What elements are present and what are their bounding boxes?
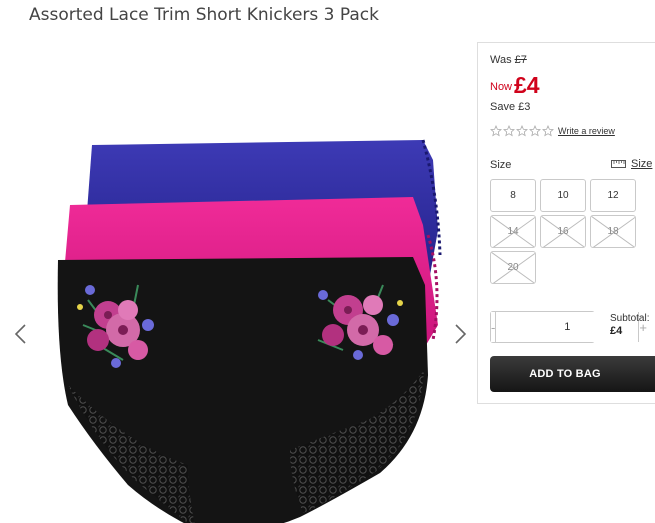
star-outline-icon: [529, 125, 541, 137]
now-label: Now: [490, 81, 513, 93]
save-value: £3: [518, 101, 531, 113]
product-title: Assorted Lace Trim Short Knickers 3 Pack: [29, 5, 379, 25]
chevron-left-icon: [12, 323, 30, 345]
subtotal-value: £4: [610, 325, 623, 337]
ruler-icon: [611, 160, 626, 168]
was-price: Was £7: [490, 54, 527, 66]
subtotal: Subtotal: £4: [610, 313, 649, 337]
size-option-20-unavailable: 20: [490, 251, 536, 284]
size-option-8[interactable]: 8: [490, 179, 536, 212]
product-gallery: [0, 40, 475, 523]
was-value: £7: [514, 54, 527, 66]
size-option-label: 18: [607, 226, 619, 237]
size-guide-link[interactable]: Size: [611, 158, 652, 170]
star-outline-icon: [503, 125, 515, 137]
size-guide-label: Size: [631, 158, 653, 170]
size-option-label: 16: [557, 226, 569, 237]
add-to-bag-button[interactable]: ADD TO BAG: [490, 356, 655, 392]
was-label: Was: [490, 54, 512, 66]
size-option-16-unavailable: 16: [540, 215, 586, 248]
write-review-link[interactable]: Write a review: [558, 126, 615, 136]
save-label: Save: [490, 101, 516, 113]
subtotal-label: Subtotal:: [610, 313, 650, 324]
quantity-stepper: - +: [490, 311, 647, 343]
add-to-bag-label: ADD TO BAG: [529, 368, 601, 380]
size-option-14-unavailable: 14: [490, 215, 536, 248]
now-value: £4: [514, 72, 540, 98]
star-outline-icon: [490, 125, 502, 137]
gallery-next-button[interactable]: [451, 323, 469, 345]
size-option-label: 10: [557, 190, 569, 201]
now-price: Now£4: [490, 72, 540, 99]
size-option-label: 12: [607, 190, 619, 201]
save-amount: Save £3: [490, 101, 530, 113]
star-rating: [490, 125, 554, 137]
star-outline-icon: [516, 125, 528, 137]
chevron-right-icon: [451, 323, 469, 345]
size-option-18-unavailable: 18: [590, 215, 636, 248]
product-image: [28, 135, 458, 523]
rating: Write a review: [490, 125, 615, 137]
purchase-panel: Was £7 Now£4 Save £3 Write a review Size S…: [477, 42, 655, 404]
size-label: Size: [490, 159, 512, 171]
size-option-10[interactable]: 10: [540, 179, 586, 212]
size-option-label: 14: [507, 226, 519, 237]
size-option-12[interactable]: 12: [590, 179, 636, 212]
size-option-label: 8: [510, 190, 516, 201]
gallery-prev-button[interactable]: [12, 323, 30, 345]
star-outline-icon: [542, 125, 554, 137]
size-option-label: 20: [507, 262, 519, 273]
